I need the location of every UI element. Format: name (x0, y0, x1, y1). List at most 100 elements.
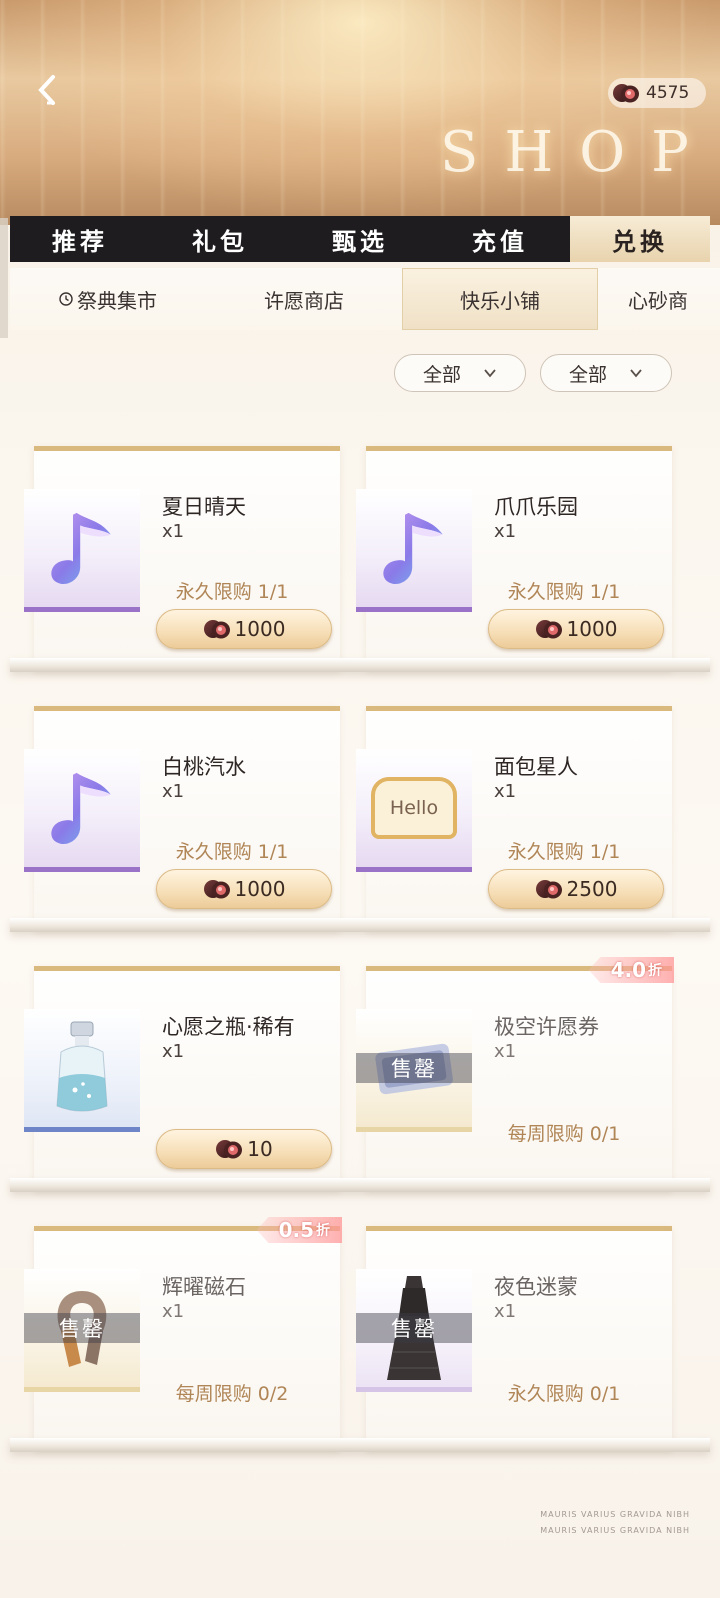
item-thumbnail (356, 489, 472, 612)
main-tab-bar: 推荐 礼包 甄选 充值 兑换 (10, 216, 710, 262)
item-quantity: x1 (162, 1041, 185, 1062)
price: 1000 (566, 617, 618, 641)
shelf-divider (10, 1438, 710, 1452)
sold-out-label: 售罄 (24, 1313, 140, 1343)
filter-dropdown-2[interactable]: 全部 (540, 354, 672, 392)
discount-unit: 折 (316, 1223, 330, 1239)
item-quantity: x1 (494, 1041, 517, 1062)
buy-button[interactable]: 2500 (488, 869, 664, 909)
shop-title: SHOP (440, 120, 715, 185)
buy-button[interactable]: 1000 (488, 609, 664, 649)
item-name: 夜色迷蒙 (494, 1275, 578, 1299)
item-name: 白桃汽水 (162, 755, 246, 779)
item-thumbnail: Hello (356, 749, 472, 872)
item-card[interactable]: 爪爪乐园 x1 永久限购 1/1 1000 (356, 446, 672, 671)
currency-balance[interactable]: 4575 (608, 78, 706, 108)
item-quantity: x1 (494, 521, 517, 542)
shelf-divider (10, 1178, 710, 1192)
purchase-limit: 永久限购 1/1 (507, 581, 621, 603)
buy-button[interactable]: 10 (156, 1129, 332, 1169)
discount-value: 0.5 (278, 1218, 314, 1242)
header-background (0, 0, 720, 225)
music-note-icon (378, 507, 450, 589)
item-thumbnail (24, 489, 140, 612)
footer-text: MAURIS VARIUS GRAVIDA NIBH (540, 1526, 690, 1535)
item-name: 爪爪乐园 (494, 495, 578, 519)
item-thumbnail (24, 749, 140, 872)
purchase-limit: 每周限购 0/2 (175, 1383, 289, 1405)
subtab-label: 祭典集市 (77, 288, 157, 313)
gem-currency-icon (612, 82, 640, 104)
price: 10 (247, 1137, 273, 1161)
bread-icon-text: Hello (389, 797, 439, 819)
purchase-limit: 每周限购 0/1 (507, 1123, 621, 1145)
bottle-icon (56, 1021, 108, 1112)
chevron-down-icon (629, 366, 643, 380)
sub-tab-bar: 祭典集市 许愿商店 快乐小铺 心砂商 (10, 268, 720, 330)
subtab-wish-shop[interactable]: 许愿商店 (206, 268, 402, 330)
item-card[interactable]: 心愿之瓶·稀有 x1 10 (24, 966, 340, 1191)
item-quantity: x1 (494, 1301, 517, 1322)
sold-out-label: 售罄 (356, 1313, 472, 1343)
item-name: 夏日晴天 (162, 495, 246, 519)
item-name: 极空许愿券 (494, 1015, 599, 1039)
filter-label: 全部 (422, 363, 461, 386)
chevron-down-icon (483, 366, 497, 380)
purchase-limit: 永久限购 1/1 (175, 581, 289, 603)
item-thumbnail: 售罄 (24, 1269, 140, 1392)
buy-button[interactable]: 1000 (156, 609, 332, 649)
item-card[interactable]: 夏日晴天 x1 永久限购 1/1 1000 (24, 446, 340, 671)
gem-currency-icon (535, 878, 563, 900)
footer-text: MAURIS VARIUS GRAVIDA NIBH (540, 1510, 690, 1519)
purchase-limit: 永久限购 1/1 (175, 841, 289, 863)
item-quantity: x1 (162, 1301, 185, 1322)
subtab-happy-shop[interactable]: 快乐小铺 (402, 268, 598, 330)
tab-recharge[interactable]: 充值 (430, 216, 570, 262)
filter-dropdown-1[interactable]: 全部 (394, 354, 526, 392)
item-name: 心愿之瓶·稀有 (162, 1015, 295, 1039)
gem-currency-icon (203, 618, 231, 640)
tab-recommend[interactable]: 推荐 (10, 216, 150, 262)
side-edge (0, 218, 8, 338)
purchase-limit: 永久限购 1/1 (507, 841, 621, 863)
back-button[interactable] (28, 72, 68, 112)
item-thumbnail (24, 1009, 140, 1132)
item-card[interactable]: 售罄 夜色迷蒙 x1 永久限购 0/1 (356, 1226, 672, 1451)
sold-out-label: 售罄 (356, 1053, 472, 1083)
tab-selection[interactable]: 甄选 (290, 216, 430, 262)
item-quantity: x1 (494, 781, 517, 802)
music-note-icon (46, 507, 118, 589)
item-quantity: x1 (162, 521, 185, 542)
gem-currency-icon (535, 618, 563, 640)
buy-button[interactable]: 1000 (156, 869, 332, 909)
item-thumbnail: 售罄 (356, 1009, 472, 1132)
filter-label: 全部 (568, 363, 607, 386)
item-quantity: x1 (162, 781, 185, 802)
discount-badge: 0.5 折 (256, 1217, 342, 1243)
discount-badge: 4.0 折 (588, 957, 674, 983)
subtab-festival-market[interactable]: 祭典集市 (10, 268, 206, 330)
item-name: 辉曜磁石 (162, 1275, 246, 1299)
item-card[interactable]: 0.5 折 售罄 辉曜磁石 x1 每周限购 0/2 (24, 1217, 342, 1451)
item-card[interactable]: 4.0 折 售罄 极空许愿券 x1 每周限购 0/1 (356, 957, 674, 1191)
price: 1000 (234, 877, 286, 901)
item-thumbnail: 售罄 (356, 1269, 472, 1392)
music-note-icon (46, 767, 118, 849)
tab-gift-pack[interactable]: 礼包 (150, 216, 290, 262)
price: 2500 (566, 877, 618, 901)
item-name: 面包星人 (494, 755, 578, 779)
bread-icon: Hello (371, 777, 457, 839)
discount-unit: 折 (648, 963, 662, 979)
chevron-left-icon (33, 73, 63, 111)
purchase-limit: 永久限购 0/1 (507, 1383, 621, 1405)
gem-currency-icon (203, 878, 231, 900)
tab-exchange[interactable]: 兑换 (570, 216, 710, 262)
shelf-divider (10, 918, 710, 932)
gem-currency-icon (215, 1138, 243, 1160)
discount-value: 4.0 (610, 958, 646, 982)
shelf-divider (10, 658, 710, 672)
subtab-heart-sand[interactable]: 心砂商 (598, 268, 720, 330)
item-card[interactable]: Hello 面包星人 x1 永久限购 1/1 2500 (356, 706, 672, 931)
price: 1000 (234, 617, 286, 641)
item-card[interactable]: 白桃汽水 x1 永久限购 1/1 1000 (24, 706, 340, 931)
